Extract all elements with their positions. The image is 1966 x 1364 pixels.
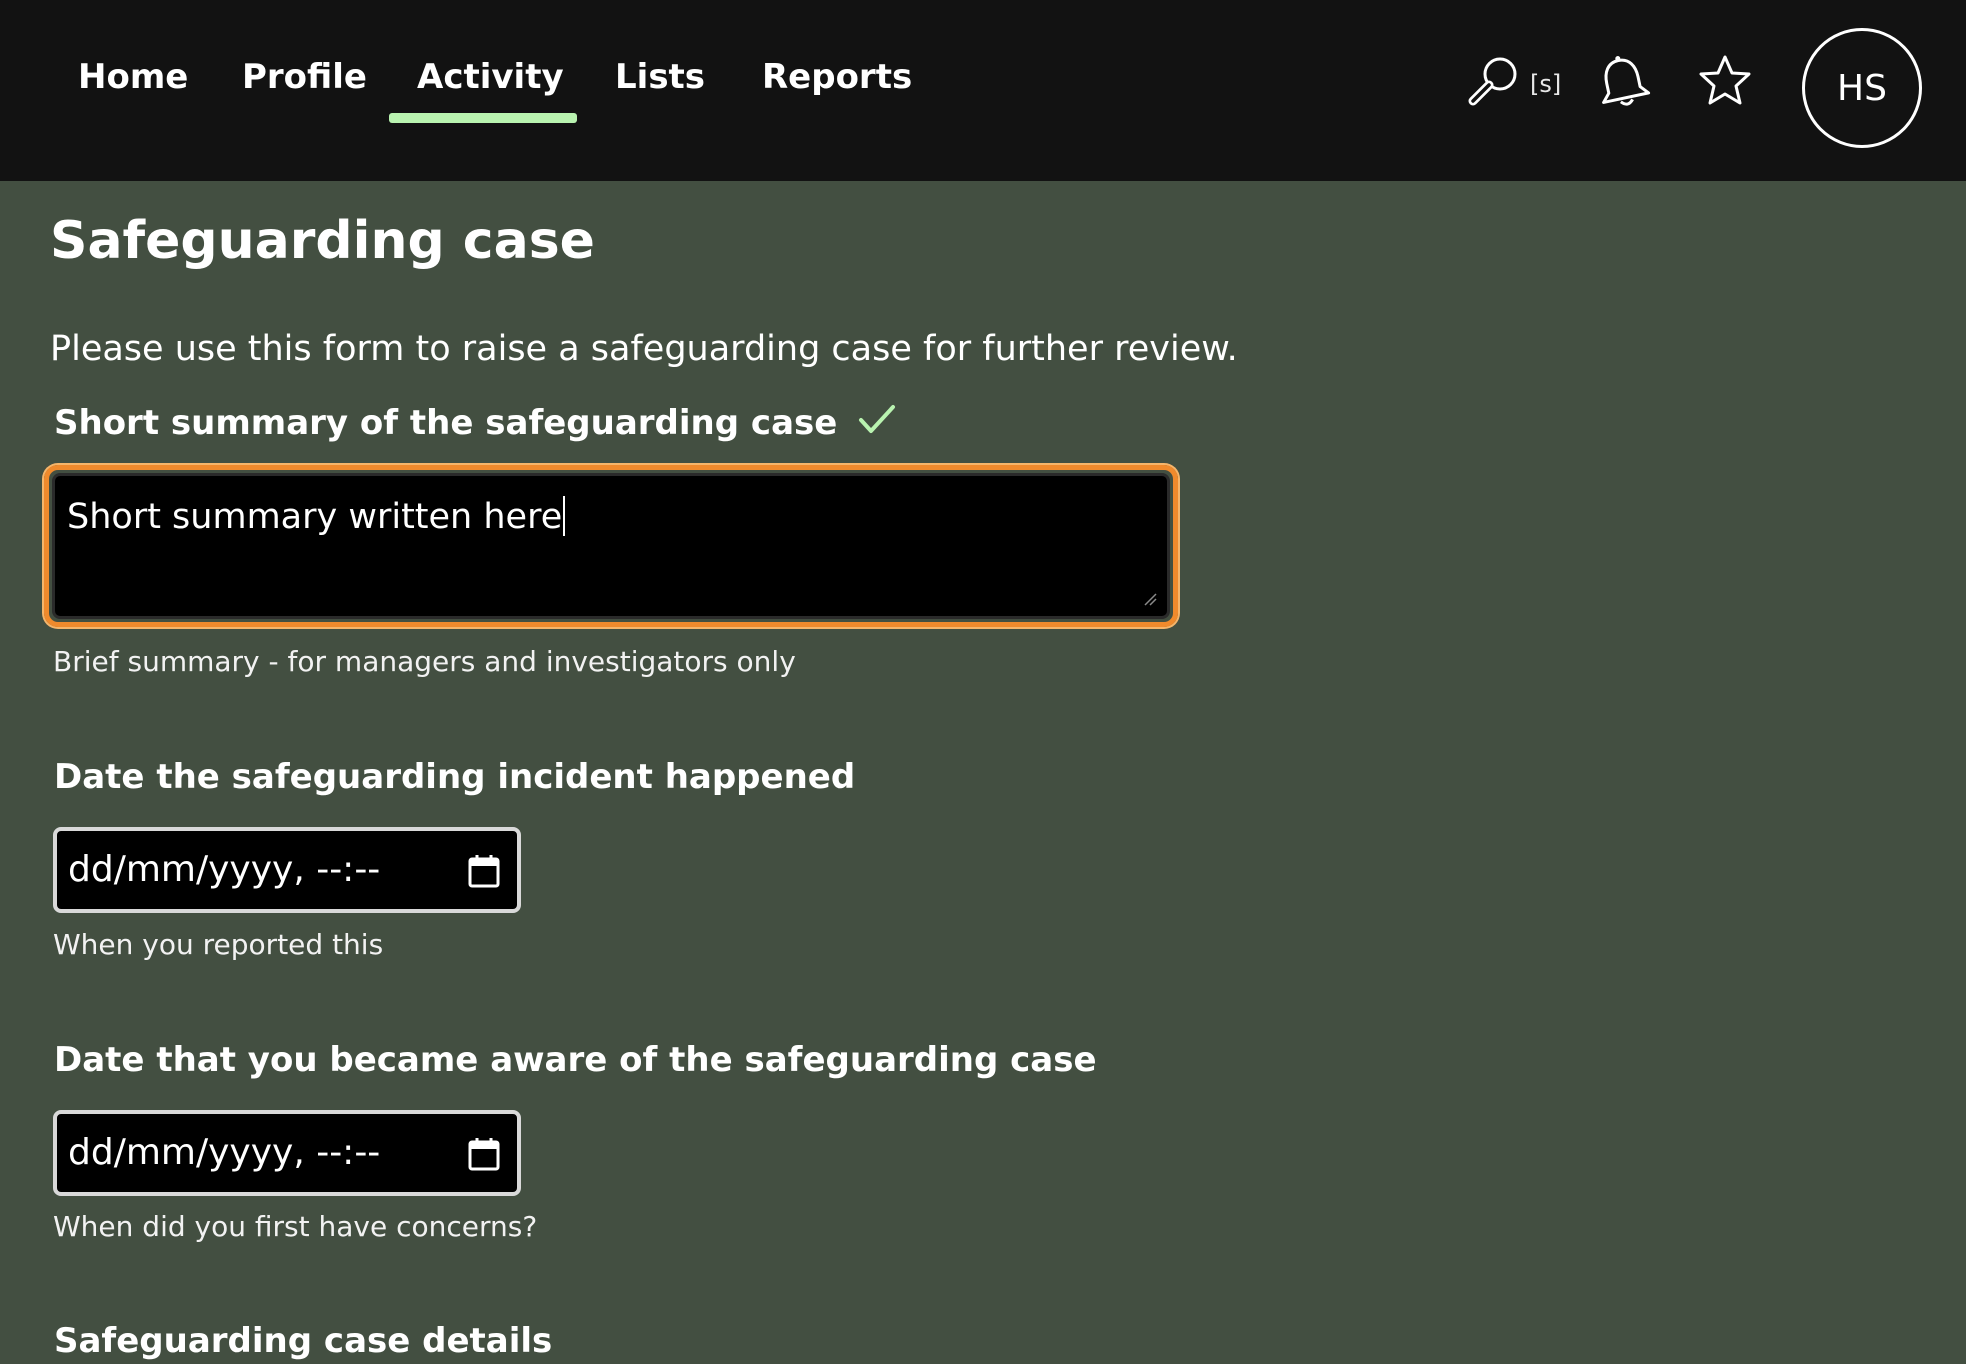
page-intro: Please use this form to raise a safeguar…: [50, 329, 1238, 369]
tab-activity[interactable]: Activity: [417, 52, 564, 102]
notifications-button[interactable]: [1592, 52, 1654, 114]
favourites-button[interactable]: [1696, 52, 1754, 110]
tab-home[interactable]: Home: [78, 52, 188, 102]
aware-date-input[interactable]: dd/mm/yyyy, --:--: [53, 1110, 521, 1196]
tab-lists[interactable]: Lists: [615, 52, 705, 102]
text-caret: [563, 496, 566, 536]
incident-date-input[interactable]: dd/mm/yyyy, --:--: [53, 827, 521, 913]
incident-date-label: Date the safeguarding incident happened: [54, 757, 856, 797]
details-label: Safeguarding case details: [54, 1321, 553, 1361]
search-icon: [1468, 57, 1517, 106]
tab-profile[interactable]: Profile: [242, 52, 367, 102]
calendar-icon[interactable]: [467, 853, 501, 889]
tab-reports[interactable]: Reports: [762, 52, 912, 102]
aware-date-placeholder: dd/mm/yyyy, --:--: [68, 1132, 381, 1173]
aware-date-hint: When did you first have concerns?: [53, 1210, 538, 1243]
calendar-icon[interactable]: [467, 1136, 501, 1172]
search-button[interactable]: [s]: [1466, 50, 1566, 110]
summary-value: Short summary written here: [67, 497, 563, 537]
bell-icon: [1602, 56, 1651, 106]
user-avatar[interactable]: HS: [1802, 28, 1922, 148]
top-navigation: Home Profile Activity Lists Reports [s] …: [0, 0, 1966, 181]
star-icon: [1699, 55, 1751, 105]
search-shortcut-hint: [s]: [1530, 70, 1562, 98]
checkmark-icon: [859, 404, 896, 433]
page-title: Safeguarding case: [50, 211, 595, 271]
incident-date-placeholder: dd/mm/yyyy, --:--: [68, 849, 381, 890]
summary-label: Short summary of the safeguarding case: [54, 400, 897, 446]
aware-date-label: Date that you became aware of the safegu…: [54, 1040, 1097, 1080]
summary-textarea[interactable]: Short summary written here: [52, 473, 1170, 619]
summary-label-text: Short summary of the safeguarding case: [54, 403, 838, 443]
summary-hint: Brief summary - for managers and investi…: [53, 645, 796, 678]
resize-handle-icon[interactable]: [1143, 592, 1157, 606]
active-tab-indicator: [389, 113, 577, 123]
incident-date-hint: When you reported this: [53, 928, 384, 961]
summary-focus-ring: Short summary written here: [44, 465, 1178, 627]
